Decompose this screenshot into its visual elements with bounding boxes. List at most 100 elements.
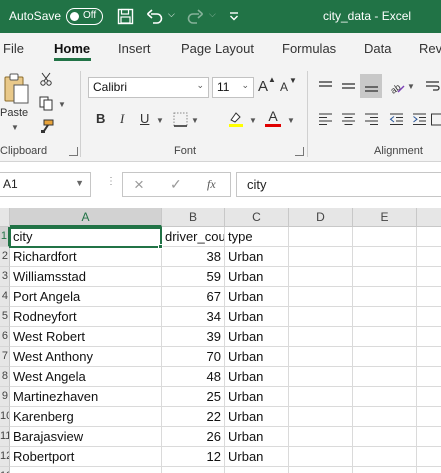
worksheet-grid[interactable]: A B C D E 1 city driver_cou type 2 Richardfor… — [0, 208, 441, 473]
decrease-indent-icon[interactable] — [387, 110, 405, 128]
table-cell[interactable]: 39 — [162, 327, 225, 347]
table-cell[interactable]: Urban — [225, 267, 289, 287]
table-cell[interactable] — [289, 407, 353, 427]
table-cell[interactable]: Urban — [225, 347, 289, 367]
column-header-e[interactable]: E — [353, 208, 417, 227]
table-cell[interactable]: Urban — [225, 387, 289, 407]
font-name-combo[interactable]: Calibri ⌄ — [88, 77, 209, 98]
table-cell[interactable] — [289, 307, 353, 327]
header-cell[interactable]: type — [225, 227, 289, 247]
highlight-color-icon[interactable] — [226, 109, 246, 129]
table-cell[interactable] — [353, 407, 417, 427]
tab-review[interactable]: Rev — [419, 41, 441, 56]
fill-handle[interactable] — [158, 244, 163, 249]
table-cell[interactable] — [417, 367, 441, 387]
table-cell[interactable]: Rodneyfort — [10, 307, 162, 327]
table-cell[interactable] — [417, 427, 441, 447]
table-cell[interactable]: West Anthony — [10, 347, 162, 367]
table-cell[interactable] — [353, 367, 417, 387]
font-color-icon[interactable]: A — [264, 108, 282, 130]
autosave-toggle[interactable]: Off — [66, 8, 103, 25]
table-cell[interactable]: 38 — [162, 247, 225, 267]
table-cell[interactable] — [353, 447, 417, 467]
orientation-icon[interactable]: ab — [387, 76, 405, 96]
table-cell[interactable]: Port Angela — [10, 287, 162, 307]
table-cell[interactable] — [417, 347, 441, 367]
table-cell[interactable]: Urban — [225, 427, 289, 447]
align-center-icon[interactable] — [339, 110, 357, 128]
table-cell[interactable] — [289, 247, 353, 267]
table-cell[interactable] — [353, 307, 417, 327]
table-cell[interactable]: Williamsstad — [10, 267, 162, 287]
bottom-align-icon[interactable] — [360, 74, 382, 98]
table-cell[interactable] — [353, 247, 417, 267]
format-painter-icon[interactable] — [38, 118, 54, 134]
table-cell[interactable]: Karenberg — [10, 407, 162, 427]
table-cell[interactable] — [289, 287, 353, 307]
paste-dropdown-icon[interactable]: ▼ — [11, 123, 19, 132]
table-cell[interactable]: Urban — [225, 307, 289, 327]
row-header[interactable]: 7 — [0, 347, 10, 367]
table-cell[interactable] — [353, 267, 417, 287]
more-options-icon[interactable]: ⋮ — [106, 176, 116, 187]
cancel-icon[interactable]: × — [134, 175, 144, 195]
table-cell[interactable] — [417, 467, 441, 473]
highlight-dropdown-icon[interactable]: ▼ — [249, 116, 257, 125]
table-cell[interactable] — [417, 287, 441, 307]
table-cell[interactable]: 25 — [162, 387, 225, 407]
table-cell[interactable] — [289, 387, 353, 407]
table-cell[interactable] — [353, 387, 417, 407]
table-cell[interactable]: Richardfort — [10, 247, 162, 267]
enter-icon[interactable]: ✓ — [170, 176, 182, 193]
table-cell[interactable] — [353, 287, 417, 307]
customize-toolbar-icon[interactable] — [223, 5, 245, 27]
table-cell[interactable] — [353, 347, 417, 367]
row-header[interactable]: 1 — [0, 227, 10, 247]
column-header-b[interactable]: B — [162, 208, 225, 227]
select-all-corner[interactable] — [0, 208, 10, 227]
paste-label[interactable]: Paste — [0, 107, 28, 119]
table-cell[interactable]: 59 — [162, 267, 225, 287]
increase-indent-icon[interactable] — [410, 110, 428, 128]
row-header[interactable]: 4 — [0, 287, 10, 307]
grow-font-button[interactable]: A — [258, 78, 268, 95]
table-cell[interactable] — [289, 467, 353, 473]
column-header-f[interactable] — [417, 208, 441, 227]
underline-dropdown-icon[interactable]: ▼ — [156, 116, 164, 125]
row-header[interactable]: 12 — [0, 447, 10, 467]
table-cell[interactable]: 48 — [162, 367, 225, 387]
font-launcher-icon[interactable] — [295, 147, 304, 156]
table-cell[interactable]: Urban — [225, 407, 289, 427]
row-header[interactable]: 9 — [0, 387, 10, 407]
middle-align-icon[interactable] — [339, 77, 357, 95]
shrink-font-button[interactable]: A — [280, 80, 288, 94]
header-cell[interactable] — [417, 227, 441, 247]
merge-center-icon[interactable] — [431, 110, 441, 128]
orientation-dropdown-icon[interactable]: ▼ — [407, 82, 415, 91]
insert-function-button[interactable]: fx — [207, 177, 216, 192]
bold-button[interactable]: B — [96, 111, 105, 126]
table-cell[interactable] — [353, 427, 417, 447]
table-cell[interactable]: 67 — [162, 287, 225, 307]
header-cell[interactable] — [289, 227, 353, 247]
table-cell[interactable] — [225, 467, 289, 473]
borders-dropdown-icon[interactable]: ▼ — [191, 116, 199, 125]
table-cell[interactable]: Barajasview — [10, 427, 162, 447]
row-header[interactable]: 2 — [0, 247, 10, 267]
table-cell[interactable]: 12 — [162, 447, 225, 467]
wrap-text-icon[interactable] — [423, 77, 441, 95]
italic-button[interactable]: I — [120, 111, 124, 127]
header-cell[interactable] — [353, 227, 417, 247]
column-header-a[interactable]: A — [10, 208, 162, 227]
table-cell[interactable]: Urban — [225, 367, 289, 387]
undo-dropdown-icon[interactable]: ⌵ — [168, 9, 175, 20]
row-header[interactable]: 3 — [0, 267, 10, 287]
table-cell[interactable]: Robertport — [10, 447, 162, 467]
table-cell[interactable] — [417, 387, 441, 407]
header-cell[interactable]: city — [10, 227, 162, 247]
table-cell[interactable] — [353, 327, 417, 347]
table-cell[interactable]: 22 — [162, 407, 225, 427]
tab-home[interactable]: Home — [54, 41, 90, 56]
table-cell[interactable] — [289, 427, 353, 447]
redo-dropdown-icon[interactable]: ⌵ — [209, 9, 216, 20]
